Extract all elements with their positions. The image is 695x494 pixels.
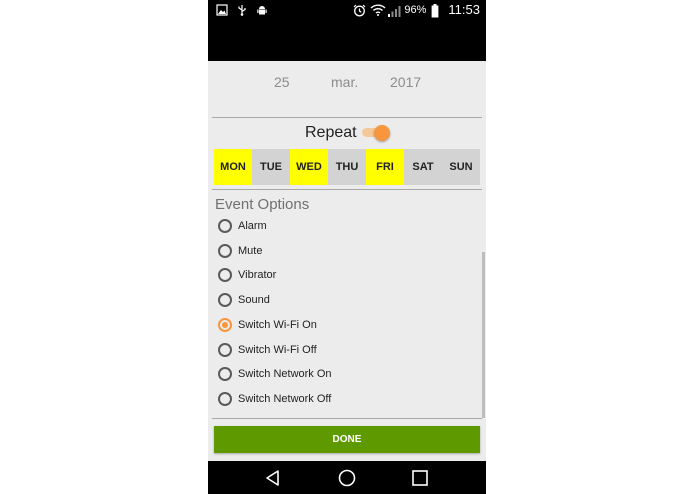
date-year[interactable]: 2017 [390,74,421,90]
repeat-label: Repeat [305,124,357,141]
day-fri[interactable]: FRI [366,149,404,185]
radio-button[interactable] [218,219,232,233]
option-mute[interactable]: Mute [218,240,418,262]
divider [212,189,482,190]
day-thu[interactable]: THU [328,149,366,185]
day-sat[interactable]: SAT [404,149,442,185]
battery-icon [431,3,443,17]
option-label: Sound [238,294,270,306]
status-bar: 96% 11:53 [208,0,486,61]
option-vibrator[interactable]: Vibrator [218,264,418,286]
battery-percent: 96% [404,3,427,16]
option-label: Switch Network Off [238,393,332,405]
usb-icon [236,3,248,16]
divider [212,418,482,419]
radio-button[interactable] [218,318,232,332]
status-time: 11:53 [448,2,480,17]
date-picker[interactable]: 25 mar. 2017 [208,62,486,117]
done-button[interactable]: DONE [214,426,480,453]
event-options-title: Event Options [215,196,310,213]
recents-icon[interactable] [409,467,431,489]
weekday-selector: MON TUE WED THU FRI SAT SUN [214,149,480,185]
alarm-icon [353,4,366,16]
scrollbar[interactable] [482,252,485,418]
option-label: Switch Network On [238,368,332,380]
divider [212,117,482,118]
android-icon [256,3,268,15]
day-tue[interactable]: TUE [252,149,290,185]
option-label: Alarm [238,220,267,232]
radio-button[interactable] [218,367,232,381]
radio-button[interactable] [218,268,232,282]
radio-button[interactable] [218,392,232,406]
option-label: Switch Wi-Fi Off [238,344,317,356]
day-mon[interactable]: MON [214,149,252,185]
option-label: Mute [238,245,263,257]
repeat-row: Repeat [208,120,486,146]
day-wed[interactable]: WED [290,149,328,185]
day-sun[interactable]: SUN [442,149,480,185]
back-icon[interactable] [262,467,284,489]
date-month[interactable]: mar. [331,74,358,90]
option-switch-network-on[interactable]: Switch Network On [218,363,418,385]
option-switch-wifi-on[interactable]: Switch Wi-Fi On [218,314,418,336]
option-switch-wifi-off[interactable]: Switch Wi-Fi Off [218,339,418,361]
radio-button[interactable] [218,343,232,357]
radio-button[interactable] [218,293,232,307]
option-label: Switch Wi-Fi On [238,319,317,331]
wifi-icon [370,3,386,16]
date-day[interactable]: 25 [274,74,290,90]
repeat-toggle[interactable] [360,125,390,141]
navigation-bar [208,461,486,494]
phone-screen: 96% 11:53 25 mar. 2017 Repeat MON TUE WE… [208,0,486,494]
option-sound[interactable]: Sound [218,289,418,311]
radio-button[interactable] [218,244,232,258]
toggle-thumb [374,125,390,141]
image-icon [216,3,228,16]
option-label: Vibrator [238,269,277,281]
signal-icon [387,4,401,17]
option-switch-network-off[interactable]: Switch Network Off [218,388,418,410]
home-icon[interactable] [336,467,358,489]
option-alarm[interactable]: Alarm [218,215,418,237]
